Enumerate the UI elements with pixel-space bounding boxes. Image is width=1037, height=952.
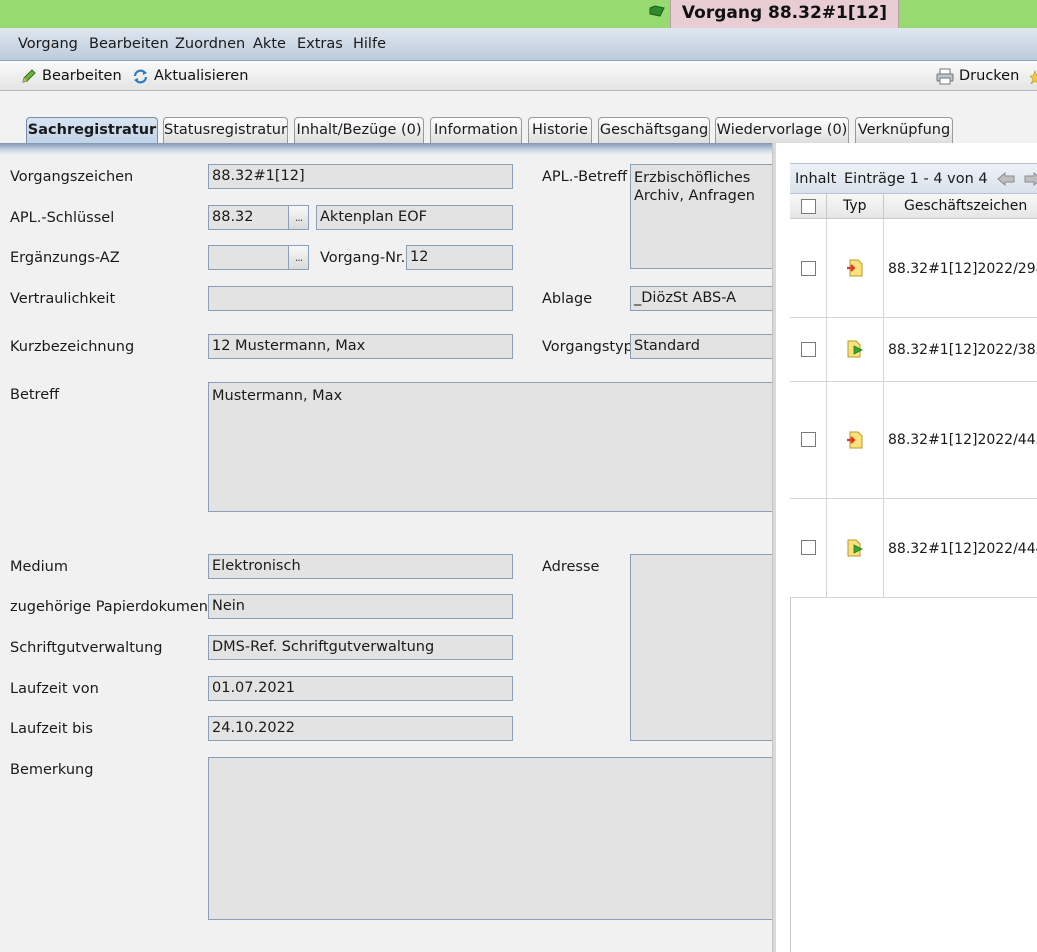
grid-header: Typ Geschäftszeichen [790, 194, 1037, 219]
label-bemerkung: Bemerkung [10, 762, 94, 778]
label-apl-schluessel: APL.-Schlüssel [10, 210, 115, 226]
outgoing-document-icon [847, 340, 863, 358]
title-bar: Vorgang 88.32#1[12] [0, 0, 1037, 28]
apl-betreff-field[interactable]: Erzbischöfliches Archiv, Anfragen [630, 164, 772, 269]
label-apl-betreff: APL.-Betreff [542, 169, 628, 185]
row-checkbox[interactable] [801, 432, 816, 447]
content-panel-title: Inhalt [795, 171, 837, 187]
menu-bearbeiten[interactable]: Bearbeiten [89, 36, 169, 52]
toolbar: Bearbeiten Aktualisieren Drucken [0, 61, 1037, 91]
table-row[interactable]: 88.32#1[12]2022/443 [790, 382, 1037, 499]
papierdokumente-field[interactable]: Nein [208, 594, 513, 619]
betreff-field[interactable]: Mustermann, Max [208, 382, 772, 512]
folder-icon [649, 5, 665, 17]
edit-button-label: Bearbeiten [42, 68, 122, 84]
vertraulichkeit-field[interactable] [208, 286, 513, 311]
vorgangstyp-field[interactable]: Standard [630, 334, 772, 359]
content-panel-header: Inhalt Einträge 1 - 4 von 4 [790, 163, 1037, 194]
label-papierdokumente: zugehörige Papierdokumente [10, 599, 223, 615]
apl-schluessel-desc-field[interactable]: Aktenplan EOF [316, 205, 513, 230]
laufzeit-von-field[interactable]: 01.07.2021 [208, 676, 513, 701]
geschaeftszeichen-cell: 88.32#1[12]2022/383 [888, 342, 1037, 358]
label-vertraulichkeit: Vertraulichkeit [10, 291, 116, 307]
printer-icon [936, 68, 954, 84]
tab-verknuepfung[interactable]: Verknüpfung [855, 117, 953, 144]
label-ergaenzungs-az: Ergänzungs-AZ [10, 250, 120, 266]
incoming-document-icon [847, 259, 863, 277]
tab-sachregistratur[interactable]: Sachregistratur [26, 117, 158, 144]
tab-geschaeftsgang[interactable]: Geschäftsgang [598, 117, 710, 144]
form-sachregistratur: Vorgangszeichen 88.32#1[12] APL.-Betreff… [0, 155, 772, 952]
window-title: Vorgang 88.32#1[12] [670, 0, 899, 28]
row-checkbox[interactable] [801, 261, 816, 276]
label-medium: Medium [10, 559, 68, 575]
table-row[interactable]: 88.32#1[12]2022/383 [790, 318, 1037, 382]
star-icon[interactable] [1030, 70, 1037, 84]
label-laufzeit-bis: Laufzeit bis [10, 721, 93, 737]
column-geschaeftszeichen[interactable]: Geschäftszeichen [904, 198, 1027, 214]
geschaeftszeichen-cell: 88.32#1[12]2022/444 [888, 541, 1037, 557]
menu-extras[interactable]: Extras [297, 36, 343, 52]
menu-akte[interactable]: Akte [253, 36, 286, 52]
geschaeftszeichen-cell: 88.32#1[12]2022/443 [888, 432, 1037, 448]
content-panel: Inhalt Einträge 1 - 4 von 4 Typ Geschäft… [776, 143, 1037, 952]
refresh-button[interactable]: Aktualisieren [132, 66, 248, 86]
print-button[interactable]: Drucken [936, 66, 1019, 86]
bemerkung-field[interactable] [208, 757, 772, 920]
tab-statusregistratur[interactable]: Statusregistratur [163, 117, 288, 144]
edit-button[interactable]: Bearbeiten [20, 66, 122, 86]
previous-page-icon[interactable] [997, 172, 1015, 186]
tab-historie[interactable]: Historie [528, 117, 592, 144]
incoming-document-icon [847, 431, 863, 449]
select-all-checkbox[interactable] [801, 199, 816, 214]
label-kurzbezeichnung: Kurzbezeichnung [10, 339, 135, 355]
pencil-icon [22, 68, 36, 83]
refresh-icon [133, 69, 148, 83]
ablage-field[interactable]: _DiözSt ABS-A [630, 286, 772, 311]
tab-strip: Sachregistratur Statusregistratur Inhalt… [0, 91, 1037, 145]
label-ablage: Ablage [542, 291, 593, 307]
table-row[interactable]: 88.32#1[12]2022/298 [790, 219, 1037, 318]
print-button-label: Drucken [959, 68, 1020, 84]
apl-schluessel-lookup-button[interactable]: ... [288, 205, 309, 230]
row-checkbox[interactable] [801, 540, 816, 555]
next-page-icon[interactable] [1024, 172, 1037, 186]
row-checkbox[interactable] [801, 342, 816, 357]
grid-left-border [790, 598, 791, 952]
tab-information[interactable]: Information [430, 117, 522, 144]
ergaenzungs-az-field[interactable] [208, 245, 289, 270]
laufzeit-bis-field[interactable]: 24.10.2022 [208, 716, 513, 741]
refresh-button-label: Aktualisieren [154, 68, 249, 84]
kurzbezeichnung-field[interactable]: 12 Mustermann, Max [208, 334, 513, 359]
menu-zuordnen[interactable]: Zuordnen [175, 36, 245, 52]
label-vorgangstyp: Vorgangstyp [542, 339, 633, 355]
entries-count: Einträge 1 - 4 von 4 [844, 171, 988, 187]
menu-hilfe[interactable]: Hilfe [353, 36, 386, 52]
tab-underline [0, 143, 772, 155]
geschaeftszeichen-cell: 88.32#1[12]2022/298 [888, 261, 1037, 277]
outgoing-document-icon [847, 539, 863, 557]
menu-bar: Vorgang Bearbeiten Zuordnen Akte Extras … [0, 28, 1037, 61]
table-row[interactable]: 88.32#1[12]2022/444 [790, 499, 1037, 598]
ergaenzungs-az-lookup-button[interactable]: ... [288, 245, 309, 270]
column-typ[interactable]: Typ [843, 198, 867, 214]
medium-field[interactable]: Elektronisch [208, 554, 513, 579]
adresse-field[interactable] [630, 554, 772, 741]
label-vorgangszeichen: Vorgangszeichen [10, 169, 134, 185]
label-adresse: Adresse [542, 559, 600, 575]
label-laufzeit-von: Laufzeit von [10, 681, 99, 697]
tab-inhalt-bezuege[interactable]: Inhalt/Bezüge (0) [294, 117, 424, 144]
vorgang-nr-field[interactable]: 12 [406, 245, 513, 270]
label-schriftgutverwaltung: Schriftgutverwaltung [10, 640, 163, 656]
schriftgutverwaltung-field[interactable]: DMS-Ref. Schriftgutverwaltung [208, 635, 513, 660]
tab-wiedervorlage[interactable]: Wiedervorlage (0) [715, 117, 849, 144]
label-betreff: Betreff [10, 387, 60, 403]
apl-schluessel-field[interactable]: 88.32 [208, 205, 289, 230]
menu-vorgang[interactable]: Vorgang [18, 36, 78, 52]
label-vorgang-nr: Vorgang-Nr. [320, 250, 406, 266]
vorgangszeichen-field[interactable]: 88.32#1[12] [208, 164, 513, 189]
